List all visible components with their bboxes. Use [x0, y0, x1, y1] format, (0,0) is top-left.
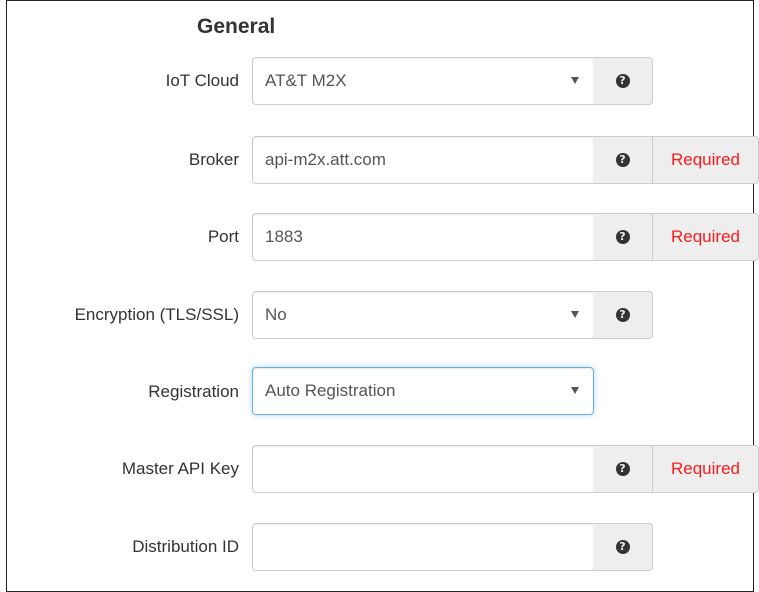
master-api-key-help-button[interactable]: ? [593, 445, 653, 493]
iot-cloud-value: AT&T M2X [265, 71, 347, 90]
iot-cloud-help-button[interactable]: ? [593, 57, 653, 105]
distribution-id-help-button[interactable]: ? [593, 523, 653, 571]
port-label: Port [207, 227, 239, 246]
caret-down-icon [571, 311, 579, 318]
question-circle-icon: ? [615, 74, 630, 88]
port-value: 1883 [265, 227, 303, 246]
encryption-value: No [265, 305, 287, 324]
distribution-id-input[interactable] [252, 523, 594, 571]
distribution-id-label: Distribution ID [132, 537, 239, 556]
master-api-key-required-badge: Required [652, 445, 759, 493]
section-title: General [197, 15, 276, 38]
master-api-key-label: Master API Key [121, 459, 239, 478]
question-circle-icon: ? [615, 308, 630, 322]
caret-down-icon [571, 77, 579, 84]
caret-down-icon [571, 387, 579, 394]
registration-select[interactable]: Auto Registration [252, 367, 594, 415]
broker-value: api-m2x.att.com [265, 150, 386, 169]
question-circle-icon: ? [615, 540, 630, 554]
broker-required-badge: Required [652, 136, 759, 184]
question-circle-icon: ? [615, 462, 630, 476]
question-circle-icon: ? [615, 153, 630, 167]
settings-panel: General IoT Cloud AT&T M2X ? Broker api-… [6, 0, 759, 592]
broker-help-button[interactable]: ? [593, 136, 653, 184]
port-required-badge: Required [652, 213, 759, 261]
registration-label: Registration [148, 382, 239, 401]
encryption-label: Encryption (TLS/SSL) [74, 305, 239, 324]
encryption-select[interactable]: No [252, 291, 594, 339]
broker-label: Broker [188, 150, 239, 169]
registration-value: Auto Registration [265, 381, 396, 400]
question-circle-icon: ? [615, 230, 630, 244]
encryption-help-button[interactable]: ? [593, 291, 653, 339]
broker-input[interactable]: api-m2x.att.com [252, 136, 594, 184]
master-api-key-input[interactable] [252, 445, 594, 493]
port-input[interactable]: 1883 [252, 213, 594, 261]
port-help-button[interactable]: ? [593, 213, 653, 261]
iot-cloud-select[interactable]: AT&T M2X [252, 57, 594, 105]
iot-cloud-label: IoT Cloud [165, 71, 239, 90]
